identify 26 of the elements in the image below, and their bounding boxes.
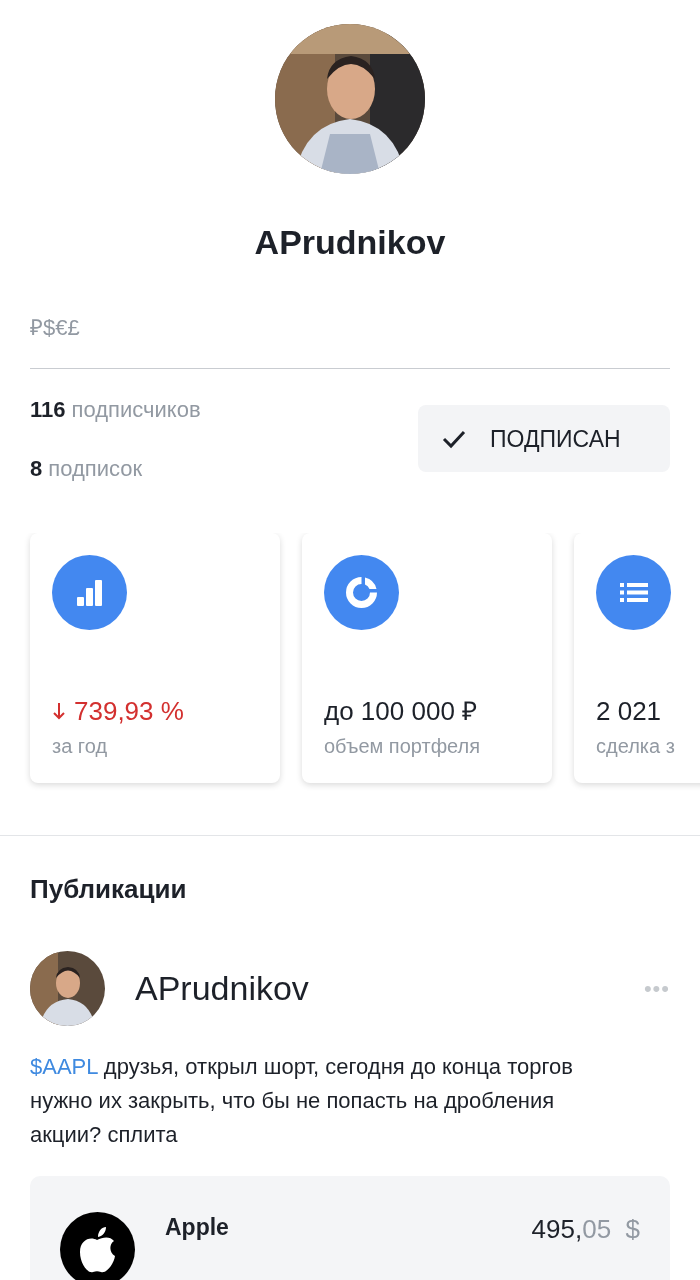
stat-card[interactable]: до 100 000 ₽ объем портфеля (302, 532, 552, 783)
stat-card[interactable]: 2 021 сделка з (574, 532, 700, 783)
section-title: Публикации (30, 873, 188, 905)
bar-chart-icon (52, 554, 127, 630)
instrument-card[interactable]: Apple 495,05 $ (30, 1176, 670, 1280)
instrument-name: Apple (165, 1213, 230, 1242)
bio-text: ₽$€£ (30, 313, 81, 342)
stat-card[interactable]: 739,93 % за год (30, 532, 280, 783)
apple-logo-icon (60, 1212, 135, 1280)
stat-value: 739,93 % (74, 694, 184, 728)
stat-value: 2 021 (596, 694, 662, 728)
stat-caption: объем портфеля (324, 733, 482, 759)
donut-chart-icon (324, 554, 399, 630)
stat-caption: сделка з (596, 733, 676, 759)
subscribed-button[interactable]: ПОДПИСАН (418, 405, 670, 473)
stat-caption: за год (52, 733, 109, 759)
author-name[interactable]: APrudnikov (135, 963, 614, 1014)
stat-value: до 100 000 ₽ (324, 694, 478, 728)
followers-count[interactable]: 116 подписчиков (30, 392, 201, 426)
following-count[interactable]: 8 подписок (30, 451, 201, 485)
price-text: 495,05 $ (531, 1213, 640, 1246)
check-icon (442, 428, 466, 449)
profile-name: APrudnikov (253, 222, 447, 263)
post-text: $AAPL друзья, открыл шорт, сегодня до конца торгов нужно их закрыть, что бы не попасть на дробления акции? сплита (30, 1053, 574, 1149)
list-icon (596, 554, 671, 630)
ticker-link[interactable]: $AAPL (30, 1054, 98, 1079)
